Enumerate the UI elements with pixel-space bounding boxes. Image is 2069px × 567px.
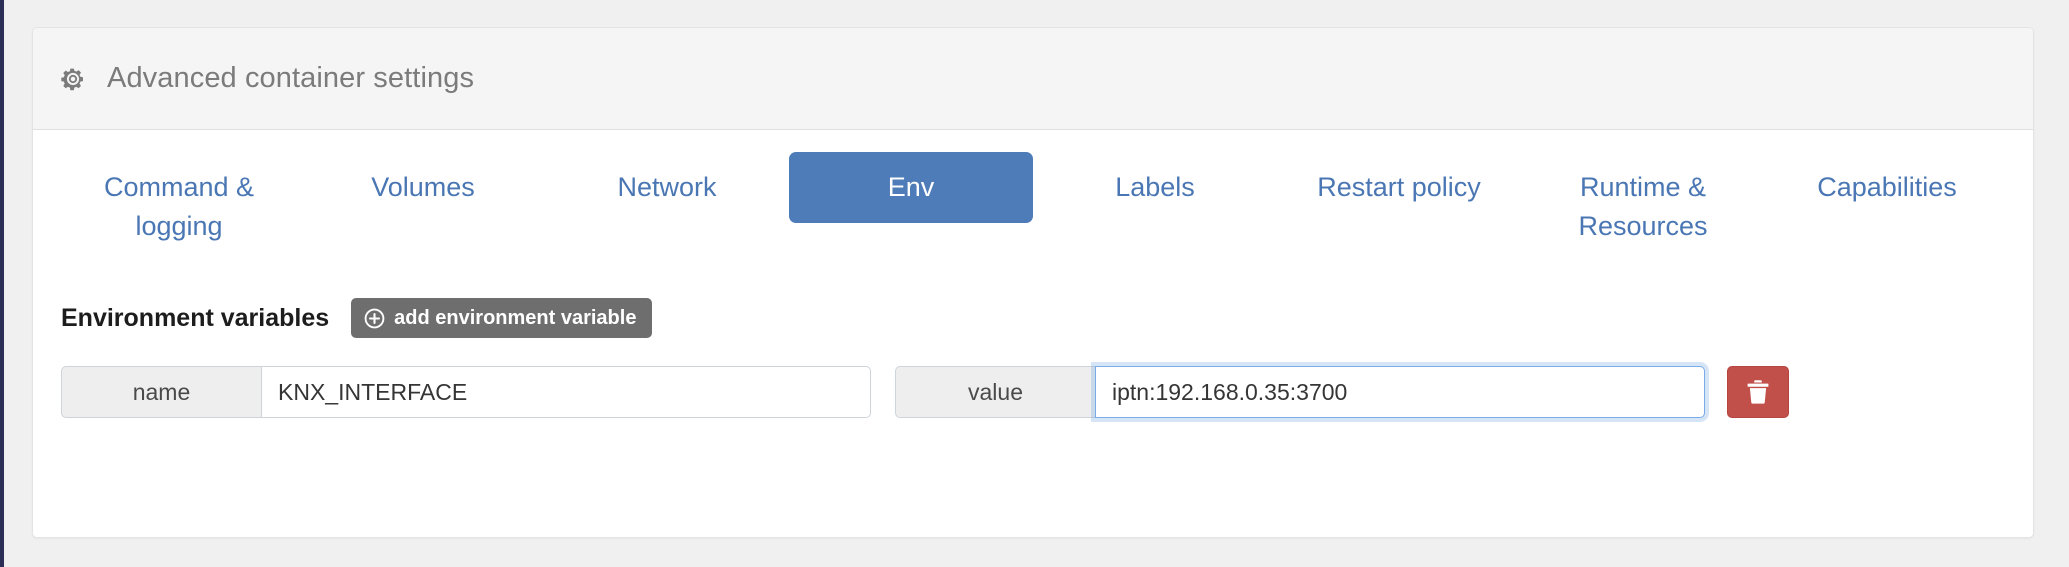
environment-variables-header: Environment variables add environment va…: [61, 298, 2033, 338]
card-body: Command & logging Volumes Network Env La…: [33, 130, 2033, 537]
environment-variable-row: name value: [61, 366, 2033, 418]
tab-network[interactable]: Network: [545, 152, 789, 223]
plus-circle-icon: [364, 308, 385, 328]
page-title: Advanced container settings: [107, 62, 475, 94]
environment-variables-section: Environment variables add environment va…: [33, 262, 2033, 418]
tab-restart-policy[interactable]: Restart policy: [1277, 152, 1521, 223]
card-header: Advanced container settings: [33, 28, 2033, 130]
settings-tab-bar: Command & logging Volumes Network Env La…: [33, 130, 2033, 262]
trash-icon: [1747, 380, 1769, 404]
gear-icon: [61, 68, 83, 90]
env-value-addon: value: [895, 366, 1095, 418]
tab-env[interactable]: Env: [789, 152, 1033, 223]
tab-runtime-resources[interactable]: Runtime & Resources: [1521, 152, 1765, 262]
env-value-input[interactable]: [1095, 366, 1705, 418]
env-value-input-group: value: [895, 366, 1705, 418]
delete-environment-variable-button[interactable]: [1727, 366, 1789, 418]
tab-volumes[interactable]: Volumes: [301, 152, 545, 223]
env-name-input-group: name: [61, 366, 871, 418]
tab-capabilities[interactable]: Capabilities: [1765, 152, 2009, 223]
add-environment-variable-button[interactable]: add environment variable: [351, 298, 653, 338]
tab-command-logging[interactable]: Command & logging: [57, 152, 301, 262]
tab-labels[interactable]: Labels: [1033, 152, 1277, 223]
env-name-addon: name: [61, 366, 261, 418]
advanced-container-settings-card: Advanced container settings Command & lo…: [32, 27, 2034, 538]
app-rail: [0, 0, 4, 567]
add-environment-variable-label: add environment variable: [394, 306, 637, 329]
environment-variables-label: Environment variables: [61, 303, 330, 332]
env-name-input[interactable]: [261, 366, 871, 418]
